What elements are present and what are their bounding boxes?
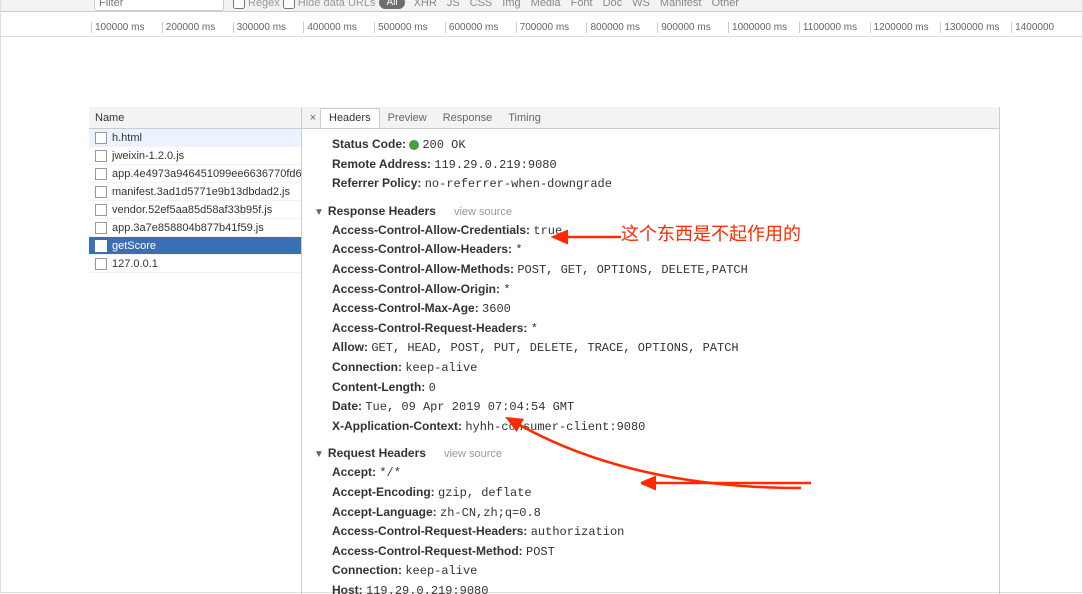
tab-timing[interactable]: Timing xyxy=(500,109,549,127)
name-column: Name h.html jweixin-1.2.0.js app.4e4973a94… xyxy=(89,107,302,594)
request-name: manifest.3ad1d5771e9b13dbdad2.js xyxy=(112,186,290,198)
filter-ws[interactable]: WS xyxy=(632,0,650,9)
file-icon xyxy=(95,204,107,216)
request-name: app.3a7e858804b877b41f59.js xyxy=(112,222,264,234)
header-line: Access-Control-Allow-Methods: POST, GET,… xyxy=(332,260,989,280)
header-line: Access-Control-Allow-Origin: * xyxy=(332,280,989,300)
filter-js[interactable]: JS xyxy=(447,0,460,9)
header-line: Date: Tue, 09 Apr 2019 07:04:54 GMT xyxy=(332,397,989,417)
timeline-tick: 100000 ms xyxy=(91,22,162,33)
hidedata-label: Hide data URLs xyxy=(298,0,376,9)
request-name: 127.0.0.1 xyxy=(112,258,158,270)
name-header[interactable]: Name xyxy=(89,107,301,129)
request-item[interactable]: 127.0.0.1 xyxy=(89,255,301,273)
close-icon[interactable]: × xyxy=(306,112,320,124)
filter-input[interactable] xyxy=(94,0,224,11)
filter-doc[interactable]: Doc xyxy=(603,0,623,9)
filter-toolbar: Regex Hide data URLs All XHR JS CSS Img Medi… xyxy=(1,0,1082,12)
timeline-tick: 1400000 xyxy=(1011,22,1082,33)
file-icon xyxy=(95,258,107,270)
timeline: 100000 ms200000 ms300000 ms400000 ms5000… xyxy=(1,19,1082,107)
regex-checkbox[interactable] xyxy=(233,0,245,9)
tab-preview[interactable]: Preview xyxy=(380,109,435,127)
request-name: h.html xyxy=(112,132,142,144)
file-icon xyxy=(95,240,107,252)
details-body: Status Code: 200 OKRemote Address: 119.2… xyxy=(302,129,999,594)
filter-img[interactable]: Img xyxy=(502,0,520,9)
regex-label: Regex xyxy=(248,0,280,9)
file-icon xyxy=(95,132,107,144)
header-line: Access-Control-Request-Headers: * xyxy=(332,319,989,339)
timeline-tick: 1200000 ms xyxy=(870,22,941,33)
timeline-tick: 1000000 ms xyxy=(728,22,799,33)
filter-all[interactable]: All xyxy=(379,0,404,9)
request-name: vendor.52ef5aa85d58af33b95f.js xyxy=(112,204,272,216)
section-title[interactable]: ▼Response Headersview source xyxy=(314,202,989,221)
file-icon xyxy=(95,222,107,234)
view-source-link[interactable]: view source xyxy=(444,448,502,460)
header-line: Referrer Policy: no-referrer-when-downgr… xyxy=(332,174,989,194)
details-tabs: × Headers Preview Response Timing xyxy=(302,107,999,129)
timeline-tick: 700000 ms xyxy=(516,22,587,33)
section-title[interactable]: ▼Request Headersview source xyxy=(314,444,989,463)
header-line: Content-Length: 0 xyxy=(332,378,989,398)
timeline-tick: 800000 ms xyxy=(586,22,657,33)
triangle-icon: ▼ xyxy=(314,447,324,463)
timeline-tick: 1100000 ms xyxy=(799,22,870,33)
request-item[interactable]: jweixin-1.2.0.js xyxy=(89,147,301,165)
view-source-link[interactable]: view source xyxy=(454,206,512,218)
request-item[interactable]: vendor.52ef5aa85d58af33b95f.js xyxy=(89,201,301,219)
filter-css[interactable]: CSS xyxy=(470,0,493,9)
file-icon xyxy=(95,150,107,162)
request-item[interactable]: manifest.3ad1d5771e9b13dbdad2.js xyxy=(89,183,301,201)
header-line: Connection: keep-alive xyxy=(332,561,989,581)
request-item[interactable]: app.3a7e858804b877b41f59.js xyxy=(89,219,301,237)
request-item[interactable]: getScore xyxy=(89,237,301,255)
request-item[interactable]: h.html xyxy=(89,129,301,147)
timeline-tick: 400000 ms xyxy=(303,22,374,33)
timeline-ruler: 100000 ms200000 ms300000 ms400000 ms5000… xyxy=(1,19,1082,37)
filter-media[interactable]: Media xyxy=(531,0,561,9)
header-line: Access-Control-Allow-Headers: * xyxy=(332,240,989,260)
header-line: Accept: */* xyxy=(332,463,989,483)
timeline-tick: 600000 ms xyxy=(445,22,516,33)
header-line: Accept-Language: zh-CN,zh;q=0.8 xyxy=(332,503,989,523)
header-line: Remote Address: 119.29.0.219:9080 xyxy=(332,155,989,175)
request-name: app.4e4973a946451099ee6636770fd61ba... xyxy=(112,168,301,180)
header-line: X-Application-Context: hyhh-consumer-cli… xyxy=(332,417,989,437)
filter-other[interactable]: Other xyxy=(711,0,739,9)
header-line: Status Code: 200 OK xyxy=(332,135,989,155)
hidedata-checkbox[interactable] xyxy=(283,0,295,9)
header-line: Host: 119.29.0.219:9080 xyxy=(332,581,989,594)
triangle-icon: ▼ xyxy=(314,205,324,221)
timeline-tick: 1300000 ms xyxy=(940,22,1011,33)
file-icon xyxy=(95,168,107,180)
header-line: Access-Control-Allow-Credentials: true xyxy=(332,221,989,241)
header-line: Connection: keep-alive xyxy=(332,358,989,378)
header-line: Access-Control-Max-Age: 3600 xyxy=(332,299,989,319)
request-item[interactable]: app.4e4973a946451099ee6636770fd61ba... xyxy=(89,165,301,183)
request-list: h.html jweixin-1.2.0.js app.4e4973a9464510… xyxy=(89,129,301,594)
tab-headers[interactable]: Headers xyxy=(320,108,380,128)
status-dot-icon xyxy=(409,140,419,150)
details-panel: × Headers Preview Response Timing Status… xyxy=(302,107,1000,594)
filter-manifest[interactable]: Manifest xyxy=(660,0,702,9)
header-line: Allow: GET, HEAD, POST, PUT, DELETE, TRA… xyxy=(332,338,989,358)
waterfall-chart xyxy=(1,37,1082,107)
file-icon xyxy=(95,186,107,198)
timeline-tick: 300000 ms xyxy=(233,22,304,33)
timeline-tick: 500000 ms xyxy=(374,22,445,33)
header-line: Accept-Encoding: gzip, deflate xyxy=(332,483,989,503)
filter-xhr[interactable]: XHR xyxy=(414,0,437,9)
header-line: Access-Control-Request-Method: POST xyxy=(332,542,989,562)
header-line: Access-Control-Request-Headers: authoriz… xyxy=(332,522,989,542)
request-name: getScore xyxy=(112,240,156,252)
tab-response[interactable]: Response xyxy=(435,109,501,127)
timeline-tick: 900000 ms xyxy=(657,22,728,33)
filter-font[interactable]: Font xyxy=(571,0,593,9)
timeline-tick: 200000 ms xyxy=(162,22,233,33)
request-name: jweixin-1.2.0.js xyxy=(112,150,184,162)
